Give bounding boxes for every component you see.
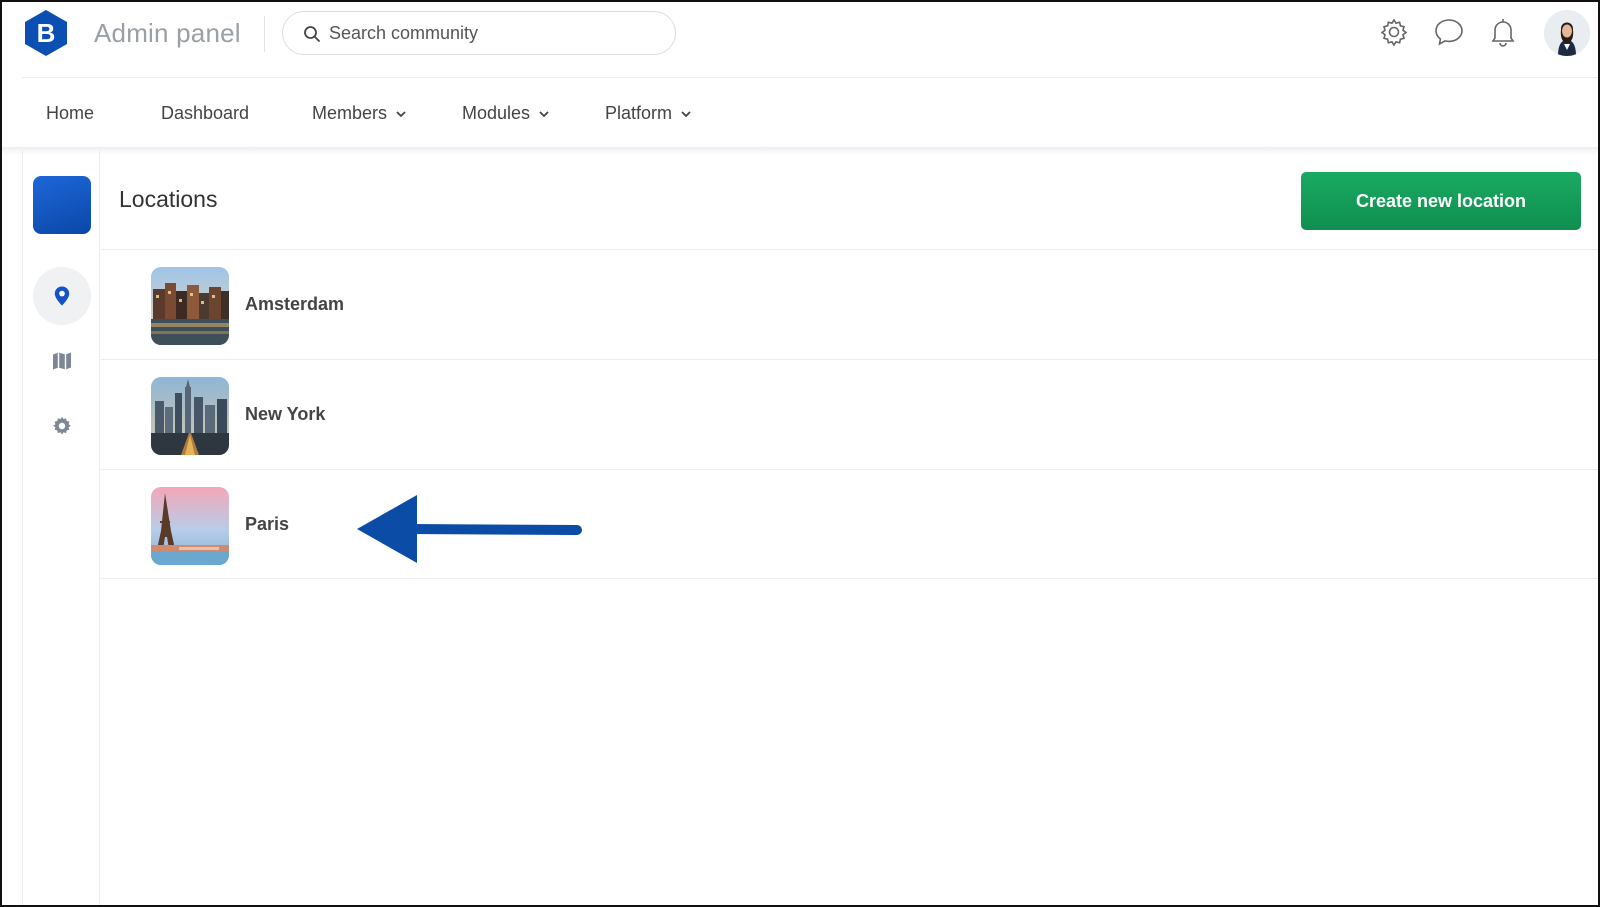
nav-members[interactable]: Members [312,103,407,124]
location-name: Amsterdam [245,294,345,314]
map-pin-icon [54,286,70,306]
location-thumbnail-new-york [151,377,229,455]
chevron-down-icon [681,110,691,117]
list-item[interactable]: Amsterdam [101,249,1598,359]
cog-icon [53,416,71,435]
main-nav: Home Dashboard Members Modules Platform [2,79,1598,147]
gear-icon[interactable] [1378,16,1410,48]
nav-label: Home [46,103,95,123]
location-thumbnail-paris [151,487,229,565]
location-thumbnail-amsterdam [151,267,229,345]
sidebar-item-map[interactable] [33,332,91,390]
annotation-arrow [357,495,582,563]
header-separator [22,77,1598,78]
app-window: B Admin panel Search community Home Dash… [0,0,1600,907]
header-divider [264,16,265,52]
nav-label: Modules [462,103,531,123]
chat-bubble-icon[interactable] [1433,16,1465,48]
nav-modules[interactable]: Modules [462,103,550,124]
bell-icon[interactable] [1487,16,1519,48]
nav-platform[interactable]: Platform [605,103,692,124]
map-icon [53,352,71,370]
create-location-button[interactable]: Create new location [1301,172,1581,230]
nav-label: Dashboard [161,103,250,123]
list-item[interactable]: Paris [101,469,1598,579]
brand-logo[interactable]: B [22,8,70,58]
location-name: Paris [245,514,290,534]
nav-label: Platform [605,103,673,123]
app-title: Admin panel [94,18,241,48]
sidebar-item-locations[interactable] [33,267,91,325]
nav-home[interactable]: Home [46,103,94,124]
sidebar-item-settings[interactable] [33,397,91,455]
list-item[interactable]: New York [101,359,1598,469]
module-sidebar [22,150,100,905]
user-avatar[interactable] [1544,10,1590,56]
nav-dashboard[interactable]: Dashboard [161,103,249,124]
location-name: New York [245,404,326,424]
top-bar: B Admin panel [2,2,1598,78]
chevron-down-icon [539,110,549,117]
chevron-down-icon [396,110,406,117]
page-title: Locations [119,186,218,212]
search-icon [304,26,320,42]
search-box[interactable] [282,11,676,55]
search-input[interactable] [329,18,659,48]
logo-letter: B [37,18,56,48]
main-content: Locations Create new location Amsterdam … [101,150,1598,905]
nav-label: Members [312,103,388,123]
module-brand-tile[interactable] [33,176,91,234]
